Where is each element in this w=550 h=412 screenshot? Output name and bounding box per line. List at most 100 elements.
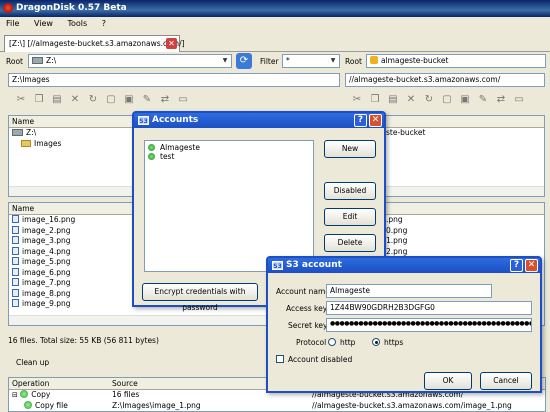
right-path-field[interactable]: //almageste-bucket.s3.amazonaws.com/ [345,73,545,87]
account-name-label: Account name [276,287,330,296]
protocol-label: Protocol [296,338,327,347]
radio-circle [372,338,380,346]
file-icon [12,288,19,297]
paste-icon[interactable]: ▤ [386,93,400,107]
secret-key-field[interactable]: ●●●●●●●●●●●●●●●●●●●●●●●●●●●●●●●●●●●●●●●●… [326,318,532,332]
menu-tools[interactable]: Tools [61,17,93,30]
encrypt-credentials-button[interactable]: Encrypt credentials with password [142,283,258,312]
file-name: image_16.png [22,215,76,224]
view-icon[interactable]: ▭ [512,93,526,107]
properties-icon[interactable]: ▣ [458,93,472,107]
left-path-field[interactable]: Z:\Images [8,73,340,87]
right-root-select[interactable]: almageste-bucket [366,54,546,68]
account-disabled-label: Account disabled [288,355,353,364]
cut-icon[interactable]: ✂ [14,93,28,107]
file-name: image_9.png [22,299,71,308]
queue-op: Copy file [35,400,68,410]
s3-title-bar: S3 S3 account ? ✕ [268,258,540,273]
file-name: image_8.png [22,288,71,298]
drive-icon [32,57,43,64]
help-icon[interactable]: ? [354,114,367,127]
file-icon [12,257,19,265]
account-item[interactable]: Almageste [145,141,313,152]
file-name: image_5.png [22,257,71,266]
delete-button[interactable]: Delete [324,234,376,252]
properties-icon[interactable]: ▣ [122,93,136,107]
new-button[interactable]: New [324,140,376,158]
filter-select[interactable]: * ▼ [282,54,340,68]
cut-icon[interactable]: ✂ [350,93,364,107]
edit-icon[interactable]: ✎ [140,93,154,107]
file-name: image_3.png [22,236,71,245]
cleanup-button[interactable]: Clean up [16,358,49,367]
copy-icon[interactable]: ❐ [32,93,46,107]
new-folder-icon[interactable]: ▢ [104,93,118,107]
refresh-icon[interactable]: ⟳ [236,53,252,69]
account-disabled-checkbox[interactable]: Account disabled [276,355,352,364]
menu-file[interactable]: File [0,17,25,30]
account-item[interactable]: test [145,152,313,163]
paste-icon[interactable]: ▤ [50,93,64,107]
file-icon [12,246,19,255]
window-title: DragonDisk 0.57 Beta [16,3,127,13]
view-icon[interactable]: ▭ [176,93,190,107]
left-toolbar: ✂ ❐ ▤ ✕ ↻ ▢ ▣ ✎ ⇄ ▭ [14,93,190,107]
s3-icon: S3 [138,116,149,125]
ok-button[interactable]: OK [424,372,472,390]
refresh-icon[interactable]: ↻ [86,93,100,107]
menu-bar: File View Tools ? [0,17,550,32]
help-icon[interactable]: ? [510,259,523,272]
secret-key-label: Secret key [288,321,328,330]
new-folder-icon[interactable]: ▢ [440,93,454,107]
delete-icon[interactable]: ✕ [68,93,82,107]
file-icon [12,299,19,307]
close-tab-icon[interactable]: ✕ [166,38,177,49]
copy-icon[interactable]: ❐ [368,93,382,107]
refresh-icon[interactable]: ↻ [422,93,436,107]
window-title-bar: DragonDisk 0.57 Beta [0,0,550,17]
https-radio[interactable]: https [372,338,403,347]
edit-icon[interactable]: ✎ [476,93,490,107]
s3-account-dialog: S3 S3 account ? ✕ Account name Almageste… [266,256,542,393]
account-status-icon [148,144,155,151]
account-name-field[interactable]: Almageste [326,284,492,298]
file-name: image_2.png [22,225,71,235]
left-root-select[interactable]: Z:\ ▼ [28,54,232,68]
sync-icon[interactable]: ⇄ [158,93,172,107]
col-operation[interactable]: Operation [12,379,112,388]
filter-value: * [286,56,290,65]
ok-icon [20,390,29,398]
delete-icon[interactable]: ✕ [404,93,418,107]
filter-label: Filter [260,57,279,66]
queue-dst: //almageste-bucket.s3.amazonaws.com/imag… [312,400,512,410]
collapse-icon[interactable]: ⊟ [12,391,18,399]
left-root-label: Root [6,57,23,66]
accounts-list: Almageste test [144,140,314,272]
menu-view[interactable]: View [28,17,59,30]
disabled-button[interactable]: Disabled [324,182,376,200]
file-icon [12,278,19,286]
file-icon [12,225,19,234]
sync-icon[interactable]: ⇄ [494,93,508,107]
file-icon [12,215,19,223]
ok-icon [24,400,32,409]
tab-connection[interactable]: [Z:\] [//almageste-bucket.s3.amazonaws.c… [4,35,185,52]
tab-bar: [Z:\] [//almageste-bucket.s3.amazonaws.c… [0,32,550,52]
chevron-down-icon: ▼ [222,57,228,64]
close-icon[interactable]: ✕ [525,259,538,272]
http-radio[interactable]: http [328,338,355,347]
checkbox-box [276,355,284,363]
access-key-field[interactable]: 1Z44BW90GDRH2B3DGFG0 [326,301,532,315]
queue-row[interactable]: Copy file Z:\Images\image_1.png //almage… [9,400,545,412]
account-status-icon [148,152,155,160]
right-root-label: Root [345,57,362,66]
file-name: image_6.png [22,267,71,277]
queue-src: Z:\Images\image_1.png [112,400,201,410]
cancel-button[interactable]: Cancel [480,372,532,390]
menu-help[interactable]: ? [96,17,112,30]
file-icon [12,236,19,244]
close-icon[interactable]: ✕ [369,114,382,127]
radio-circle [328,338,336,346]
file-icon [12,267,19,276]
edit-button[interactable]: Edit [324,208,376,226]
